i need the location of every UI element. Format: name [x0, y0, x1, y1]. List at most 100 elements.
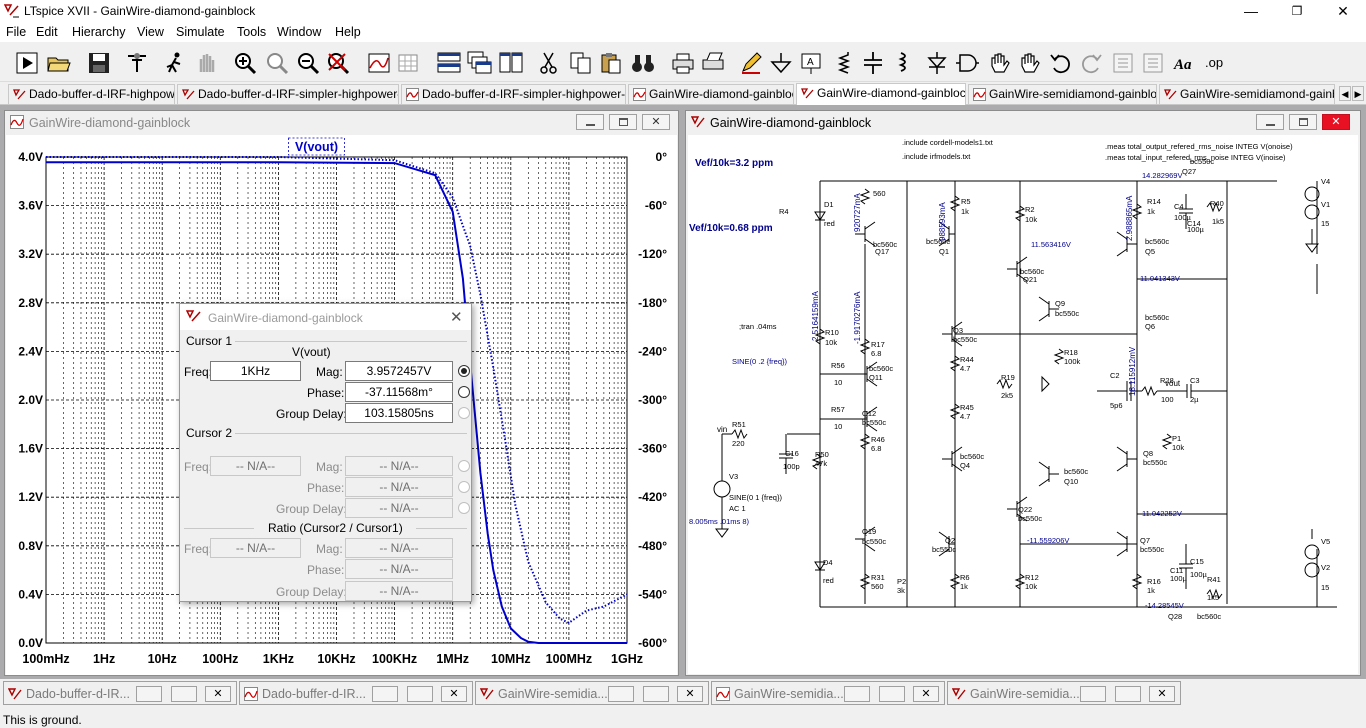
minimized-maximize-button[interactable]	[643, 686, 669, 702]
label-Q8: Q8	[1143, 449, 1153, 458]
y-left-tick-label: 0.0V	[18, 636, 43, 650]
minimize-button[interactable]: —	[1228, 0, 1274, 22]
cursor1-phase-field[interactable]: -37.11568m°	[345, 382, 453, 402]
minimized-window-4[interactable]: GainWire-semidia... ✕	[711, 681, 945, 705]
resistor-icon[interactable]	[830, 50, 856, 76]
drag-hand-icon[interactable]	[1016, 50, 1042, 76]
cursor1-group-delay-field[interactable]: 103.15805ns	[345, 403, 453, 423]
schematic-icon	[801, 88, 814, 99]
diode-icon[interactable]	[924, 50, 950, 76]
undo-icon[interactable]	[1048, 50, 1074, 76]
ratio-freq-field[interactable]: -- N/A--	[210, 538, 301, 558]
cursor2-freq-label: Freq:	[184, 460, 213, 474]
label-R10-val: 10k	[825, 338, 837, 347]
ratio-mag-field[interactable]: -- N/A--	[345, 538, 453, 558]
tab-gainwire-semidiamond-schematic[interactable]: GainWire-semidiamond-gainblo	[1159, 84, 1335, 104]
label-node-11563: 11.563416V	[1031, 240, 1071, 249]
y-left-tick-label: 2.0V	[18, 393, 43, 407]
y-right-tick-label: -180°	[638, 296, 667, 310]
label-R18: R18	[1064, 348, 1078, 357]
spice-directive-icon[interactable]: .op	[1204, 50, 1230, 76]
draw-wire-pencil-icon[interactable]	[738, 50, 764, 76]
label-Q3-model: bc550c	[953, 335, 977, 344]
cursor2-freq-field[interactable]: -- N/A--	[210, 456, 301, 476]
tab-gainwire-diamond-schematic[interactable]: GainWire-diamond-gainblock	[796, 83, 966, 105]
capacitor-icon[interactable]	[860, 50, 886, 76]
schematic-maximize-button[interactable]	[1289, 114, 1317, 130]
minimized-close-button[interactable]: ✕	[441, 686, 467, 702]
minimized-close-button[interactable]: ✕	[1149, 686, 1175, 702]
cursor1-freq-label: Freq:	[184, 365, 213, 379]
group-divider	[184, 528, 254, 529]
restore-button[interactable]: ❐	[1274, 0, 1320, 22]
label-R6-val: 1k	[960, 582, 968, 591]
y-right-tick-label: -420°	[638, 490, 667, 504]
ratio-phase-field[interactable]: -- N/A--	[345, 559, 453, 579]
minimized-restore-button[interactable]	[136, 686, 162, 702]
cursor1-mag-field[interactable]: 3.9572457V	[345, 361, 453, 381]
ground-icon[interactable]	[768, 50, 794, 76]
cursor1-group-delay-radio[interactable]	[458, 407, 470, 419]
print-setup-icon[interactable]	[700, 50, 726, 76]
redo-icon[interactable]	[1078, 50, 1104, 76]
label-R17-val: 6.8	[871, 349, 881, 358]
cursor2-mag-field[interactable]: -- N/A--	[345, 456, 453, 476]
cursor1-freq-field[interactable]: 1KHz	[210, 361, 301, 381]
minimized-restore-button[interactable]	[608, 686, 634, 702]
schematic-close-button[interactable]: ✕	[1322, 114, 1350, 130]
cursor1-mag-radio[interactable]	[458, 365, 470, 377]
ac-spec: AC 1	[729, 504, 746, 513]
tab-gainwire-semidiamond-waveform[interactable]: GainWire-semidiamond-gainblock	[968, 84, 1157, 104]
minimized-maximize-button[interactable]	[879, 686, 905, 702]
minimized-maximize-button[interactable]	[1115, 686, 1141, 702]
minimized-maximize-button[interactable]	[171, 686, 197, 702]
cursor2-phase-radio[interactable]	[458, 481, 470, 493]
minimized-close-button[interactable]: ✕	[913, 686, 939, 702]
cursor1-phase-radio[interactable]	[458, 386, 470, 398]
label-C16-val: 100p	[783, 462, 800, 471]
minimized-close-button[interactable]: ✕	[205, 686, 231, 702]
schematic-minimize-button[interactable]	[1256, 114, 1284, 130]
minimized-title: GainWire-semidia...	[970, 687, 1080, 701]
dialog-close-icon[interactable]: ✕	[450, 308, 463, 326]
tab-scroll-right-icon[interactable]: ▶	[1352, 86, 1364, 101]
mirror-icon[interactable]	[1140, 50, 1166, 76]
label-net-icon[interactable]: A	[798, 50, 824, 76]
schematic-drawing[interactable]: .include cordell-models1.txt .include ir…	[687, 134, 1357, 673]
minimized-maximize-button[interactable]	[407, 686, 433, 702]
label-Q8-model: bc550c	[1143, 458, 1167, 467]
cursor2-group-delay-radio[interactable]	[458, 502, 470, 514]
minimized-window-5[interactable]: GainWire-semidia... ✕	[947, 681, 1181, 705]
label-R2: R2	[1025, 205, 1035, 214]
label-R19-val: 2k5	[1001, 391, 1013, 400]
label-R46-val: 6.8	[871, 444, 881, 453]
tab-scroll-left-icon[interactable]: ◀	[1339, 86, 1351, 101]
label-V2: V2	[1321, 563, 1330, 572]
cursor2-mag-radio[interactable]	[458, 460, 470, 472]
minimized-restore-button[interactable]	[1080, 686, 1106, 702]
label-R56-val: 10	[834, 378, 842, 387]
y-right-tick-label: -540°	[638, 587, 667, 601]
close-button[interactable]: ✕	[1320, 0, 1366, 22]
label-D4: D4	[823, 558, 833, 567]
minimized-window-2[interactable]: Dado-buffer-d-IR... ✕	[239, 681, 473, 705]
cursor2-phase-field[interactable]: -- N/A--	[345, 477, 453, 497]
move-hand-icon[interactable]	[986, 50, 1012, 76]
text-icon[interactable]: Aa	[1172, 50, 1198, 76]
y-right-tick-label: -120°	[638, 247, 667, 261]
x-tick-label: 100MHz	[546, 652, 593, 666]
label-P2: P2	[897, 577, 906, 586]
y-right-tick-label: -240°	[638, 344, 667, 358]
x-tick-label: 100KHz	[372, 652, 417, 666]
component-icon[interactable]	[954, 50, 980, 76]
minimized-window-3[interactable]: GainWire-semidia... ✕	[475, 681, 709, 705]
x-tick-label: 100mHz	[22, 652, 69, 666]
ratio-group-delay-field[interactable]: -- N/A--	[345, 581, 453, 601]
rotate-icon[interactable]	[1110, 50, 1136, 76]
minimized-restore-button[interactable]	[844, 686, 870, 702]
inductor-icon[interactable]	[890, 50, 916, 76]
minimized-restore-button[interactable]	[372, 686, 398, 702]
cursor2-group-delay-field[interactable]: -- N/A--	[345, 498, 453, 518]
minimized-window-1[interactable]: Dado-buffer-d-IR... ✕	[3, 681, 237, 705]
minimized-close-button[interactable]: ✕	[677, 686, 703, 702]
